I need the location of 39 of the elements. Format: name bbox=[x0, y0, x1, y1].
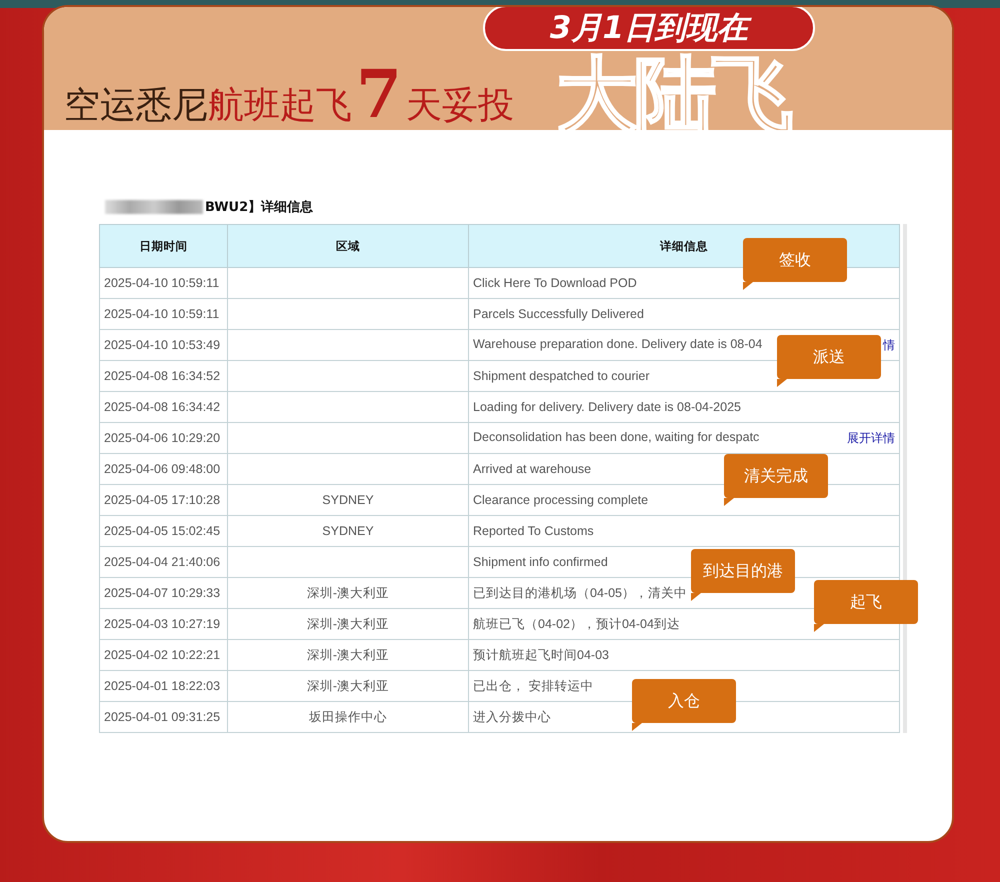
datetime-cell: 2025-04-01 09:31:25 bbox=[100, 702, 228, 732]
datetime-cell: 2025-04-10 10:59:11 bbox=[100, 298, 228, 330]
area-cell: 深圳-澳大利亚 bbox=[228, 608, 468, 640]
datetime-cell: 2025-04-06 10:29:20 bbox=[100, 422, 228, 454]
area-cell: 坂田操作中心 bbox=[228, 702, 468, 732]
datetime-cell: 2025-04-08 16:34:52 bbox=[100, 360, 228, 392]
detail-cell: Reported To Customs bbox=[468, 516, 900, 546]
datetime-cell: 2025-04-02 10:22:21 bbox=[100, 640, 228, 670]
banner-headline: 空运悉尼航班起飞 7 天妥投 bbox=[64, 55, 514, 133]
column-header: 区域 bbox=[228, 224, 468, 268]
area-cell: 深圳-澳大利亚 bbox=[228, 670, 468, 702]
area-cell: 深圳-澳大利亚 bbox=[228, 640, 468, 670]
detail-cell: Clearance processing complete bbox=[468, 484, 900, 516]
datetime-cell: 2025-04-03 10:27:19 bbox=[100, 608, 228, 640]
area-cell: 深圳-澳大利亚 bbox=[228, 578, 468, 608]
area-cell: SYDNEY bbox=[228, 484, 468, 516]
datetime-cell: 2025-04-05 17:10:28 bbox=[100, 484, 228, 516]
detail-cell: Parcels Successfully Delivered bbox=[468, 298, 900, 330]
datetime-cell: 2025-04-10 10:53:49 bbox=[100, 330, 228, 360]
detail-text: Deconsolidation has been done, waiting for despatc bbox=[473, 430, 760, 446]
table-title: BWU2】详细信息 bbox=[205, 198, 314, 216]
date-pill: 3月1日到现在 bbox=[483, 7, 815, 51]
expand-details-link[interactable]: 展开详情 bbox=[847, 430, 895, 446]
datetime-cell: 2025-04-10 10:59:11 bbox=[100, 268, 228, 298]
outline-title: 大陆飞 bbox=[556, 55, 790, 137]
detail-cell: Loading for delivery. Delivery date is 08-04-2025 bbox=[468, 392, 900, 422]
datetime-cell: 2025-04-01 18:22:03 bbox=[100, 670, 228, 702]
area-cell: SYDNEY bbox=[228, 516, 468, 546]
datetime-cell: 2025-04-04 21:40:06 bbox=[100, 546, 228, 578]
column-header: 日期时间 bbox=[100, 224, 228, 268]
expand-details-link[interactable]: 情 bbox=[883, 336, 895, 354]
detail-cell: Click Here To Download POD bbox=[468, 268, 900, 298]
datetime-cell: 2025-04-07 10:29:33 bbox=[100, 578, 228, 608]
datetime-cell: 2025-04-08 16:34:42 bbox=[100, 392, 228, 422]
datetime-cell: 2025-04-05 15:02:45 bbox=[100, 516, 228, 546]
detail-cell: 预计航班起飞时间04-03 bbox=[468, 640, 900, 670]
detail-text: Warehouse preparation done. Delivery date is 08-04 bbox=[473, 336, 762, 353]
datetime-cell: 2025-04-06 09:48:00 bbox=[100, 454, 228, 484]
callout-tag: 到达目的港 bbox=[691, 549, 795, 601]
